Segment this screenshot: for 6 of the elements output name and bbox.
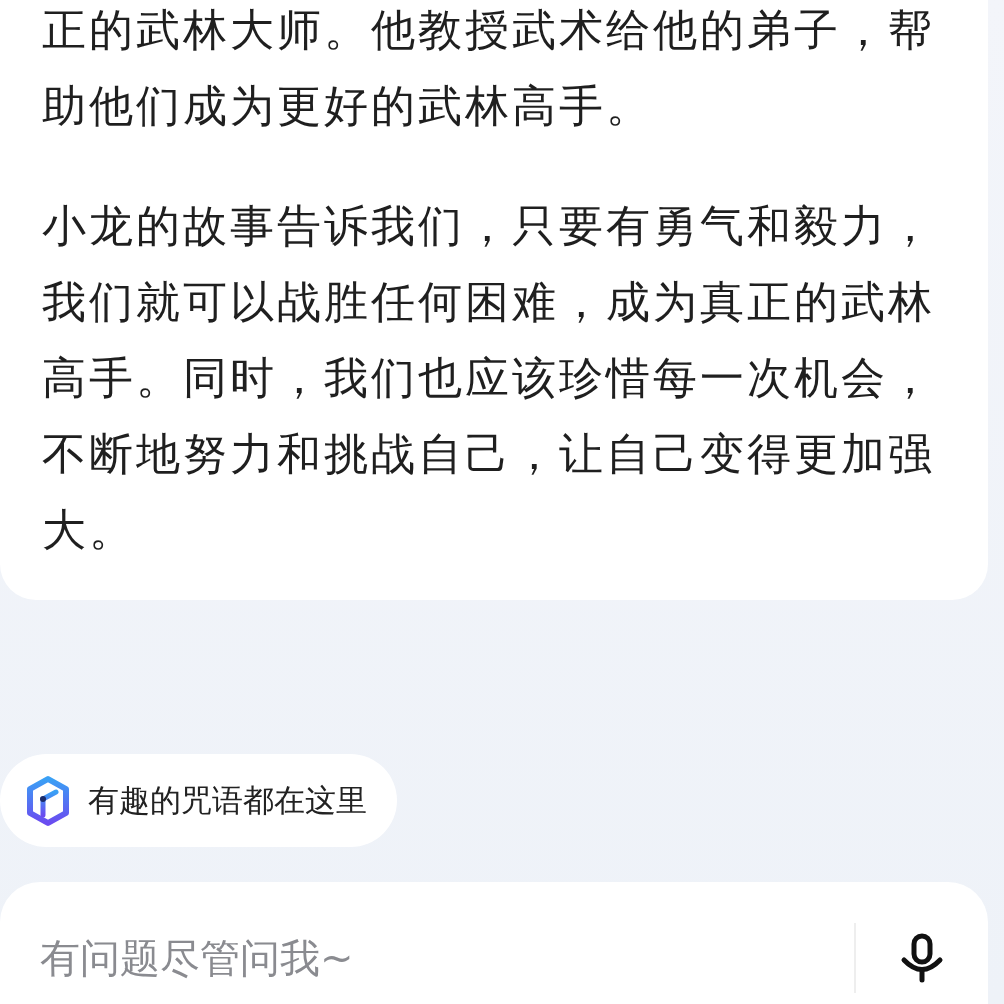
message-paragraph: 正的武林大师。他教授武术给他的弟子，帮助他们成为更好的武林高手。 [42, 3, 936, 133]
microphone-icon [900, 933, 944, 983]
message-paragraph: 小龙的故事告诉我们，只要有勇气和毅力，我们就可以战胜任何困难，成为真正的武林高手。同时，我们也应该珍惜每一次机会，不断地努力和挑战自己，让自己变得更加强大。 [42, 199, 936, 557]
input-bar[interactable]: 有问题尽管问我~ [0, 882, 988, 1004]
cube-icon [24, 774, 72, 827]
suggestion-chip[interactable]: 有趣的咒语都在这里 [0, 754, 397, 847]
